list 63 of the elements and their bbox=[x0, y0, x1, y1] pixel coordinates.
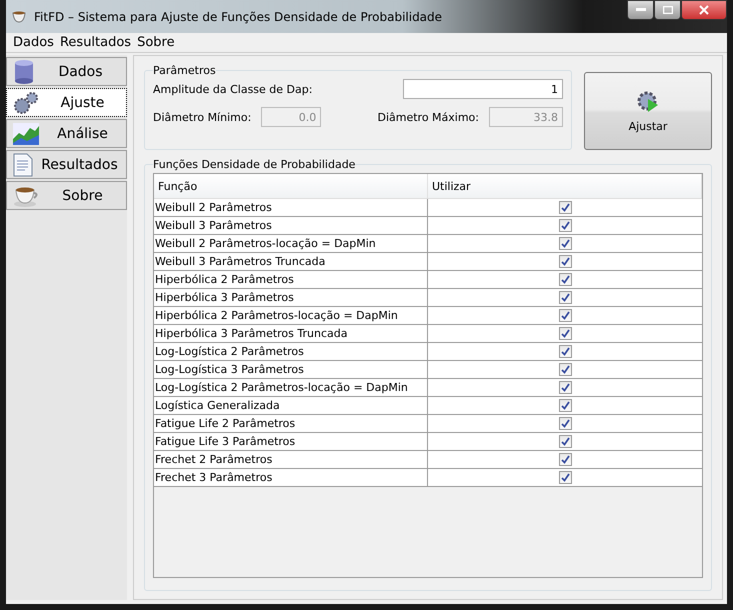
checkbox[interactable] bbox=[558, 363, 572, 376]
table-cell: Weibull 3 Parâmetros Truncada bbox=[154, 253, 428, 270]
group-title: Funções Densidade de Probabilidade bbox=[153, 158, 356, 171]
checkbox[interactable] bbox=[558, 201, 572, 214]
checkbox[interactable] bbox=[558, 453, 572, 466]
document-icon bbox=[13, 152, 33, 176]
table-cell: Frechet 3 Parâmetros bbox=[154, 469, 428, 486]
menu-item[interactable]: Sobre bbox=[134, 35, 178, 50]
sidebar-item[interactable]: Sobre bbox=[6, 181, 127, 210]
checkbox[interactable] bbox=[558, 435, 572, 448]
sidebar-item[interactable]: Dados bbox=[6, 57, 127, 86]
fit-button[interactable]: Ajustar bbox=[584, 72, 712, 150]
field-label: Amplitude da Classe de Dap: bbox=[153, 82, 314, 96]
menu-item[interactable]: Dados bbox=[10, 35, 57, 50]
sidebar-item[interactable]: Análise bbox=[6, 119, 127, 148]
minimize-icon bbox=[636, 8, 646, 12]
sidebar-item[interactable]: Resultados bbox=[6, 150, 127, 179]
minimize-button[interactable] bbox=[627, 0, 654, 20]
table-cell: Fatigue Life 3 Parâmetros bbox=[154, 433, 428, 450]
cup-icon bbox=[13, 184, 39, 206]
checkbox[interactable] bbox=[558, 471, 572, 484]
input-field[interactable]: 1 bbox=[403, 79, 563, 99]
table-cell: Frechet 2 Parâmetros bbox=[154, 451, 428, 468]
table-cell: Hiperbólica 2 Parâmetros bbox=[154, 271, 428, 288]
column-header[interactable]: Função bbox=[154, 174, 428, 198]
sidebar-item[interactable]: Ajuste bbox=[6, 88, 127, 117]
table-cell: Weibull 3 Parâmetros bbox=[154, 217, 428, 234]
field-label: Diâmetro Mínimo: bbox=[153, 110, 252, 124]
gear-play-icon bbox=[636, 90, 660, 114]
table-cell: Fatigue Life 2 Parâmetros bbox=[154, 415, 428, 432]
gears-icon bbox=[13, 92, 39, 114]
chart-icon bbox=[13, 122, 39, 144]
checkbox[interactable] bbox=[558, 399, 572, 412]
table-cell: Log-Logística 2 Parâmetros bbox=[154, 343, 428, 360]
checkbox[interactable] bbox=[558, 345, 572, 358]
database-icon bbox=[13, 60, 35, 84]
window-title: FitFD – Sistema para Ajuste de Funções Densidade de Probabilidade bbox=[34, 10, 442, 24]
cup-icon bbox=[12, 10, 28, 24]
checkbox[interactable] bbox=[558, 273, 572, 286]
group-title: Parâmetros bbox=[153, 64, 216, 77]
table-cell: Hiperbólica 3 Parâmetros bbox=[154, 289, 428, 306]
checkbox[interactable] bbox=[558, 291, 572, 304]
table-cell: Logística Generalizada bbox=[154, 397, 428, 414]
close-icon bbox=[699, 5, 709, 15]
checkbox[interactable] bbox=[558, 309, 572, 322]
checkbox[interactable] bbox=[558, 417, 572, 430]
checkbox[interactable] bbox=[558, 219, 572, 232]
table-cell: Hiperbólica 3 Parâmetros Truncada bbox=[154, 325, 428, 342]
table-cell: Weibull 2 Parâmetros-locação = DapMin bbox=[154, 235, 428, 252]
checkbox[interactable] bbox=[558, 381, 572, 394]
table-cell: Log-Logística 3 Parâmetros bbox=[154, 361, 428, 378]
field-label: Diâmetro Máximo: bbox=[377, 110, 479, 124]
close-button[interactable] bbox=[681, 0, 727, 20]
checkbox[interactable] bbox=[558, 255, 572, 268]
table-cell: Hiperbólica 2 Parâmetros-locação = DapMin bbox=[154, 307, 428, 324]
maximize-icon bbox=[662, 6, 672, 14]
maximize-button[interactable] bbox=[654, 0, 681, 20]
table-cell: Log-Logística 2 Parâmetros-locação = DapMin bbox=[154, 379, 428, 396]
table-cell: Weibull 2 Parâmetros bbox=[154, 199, 428, 216]
checkbox[interactable] bbox=[558, 327, 572, 340]
menu-item[interactable]: Resultados bbox=[56, 35, 134, 50]
column-header[interactable]: Utilizar bbox=[428, 174, 702, 198]
checkbox[interactable] bbox=[558, 237, 572, 250]
